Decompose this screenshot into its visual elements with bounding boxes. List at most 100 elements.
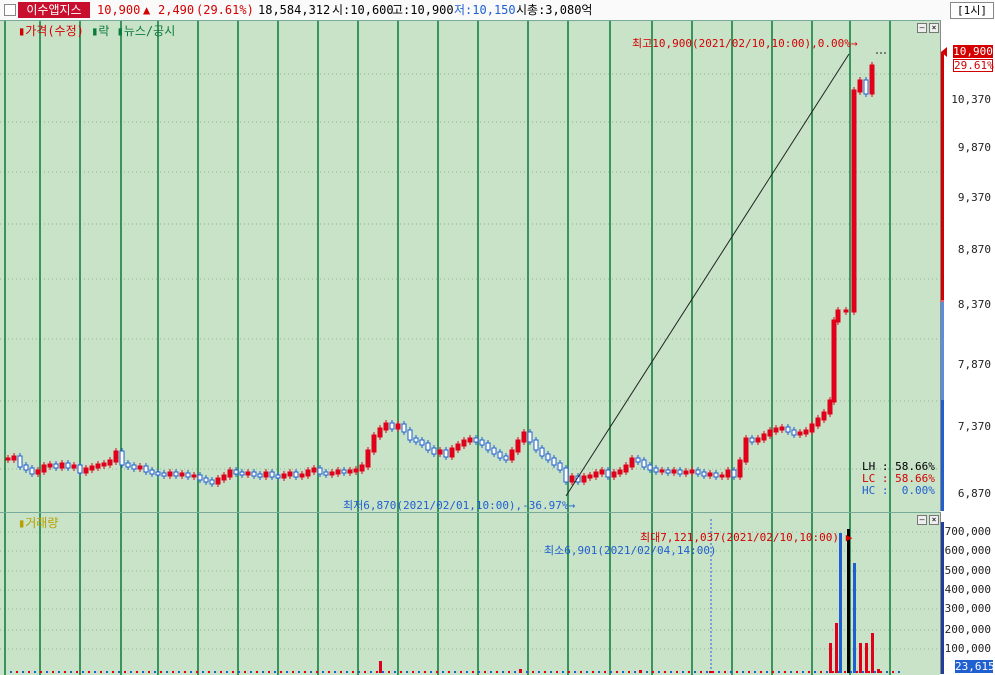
candle-body — [317, 467, 323, 475]
candle-body — [521, 431, 527, 443]
candle-body — [437, 449, 443, 455]
candle-body — [605, 469, 611, 478]
legend-news[interactable]: 뉴스/공시 — [124, 24, 175, 38]
volume-bar — [46, 671, 48, 673]
volume-bar — [448, 671, 450, 673]
candle-body — [197, 474, 203, 481]
volume-bar — [298, 671, 300, 673]
candle-body — [221, 474, 227, 481]
volume-bar — [829, 643, 832, 673]
stock-name[interactable]: 이수앱지스 — [18, 2, 90, 18]
volume-bar — [142, 671, 144, 673]
candle-body — [587, 474, 593, 479]
candle-body — [835, 309, 841, 323]
candle-body — [449, 447, 455, 458]
volume-bar — [232, 671, 234, 673]
price-chart-panel[interactable]: ▮가격(수정) ▮락 ▮뉴스/공시 – × 최고10,900(2021/02/1… — [0, 20, 940, 512]
volume-bar — [604, 671, 606, 673]
volume-bar — [838, 671, 840, 673]
volume-bar — [124, 671, 126, 673]
candle-body — [611, 471, 617, 478]
candle-body — [725, 469, 731, 478]
candle-body — [281, 473, 287, 479]
price-tick: 7,370 — [957, 420, 991, 433]
minimize-icon[interactable]: – — [917, 23, 927, 33]
open-price: 시:10,600 — [332, 3, 394, 17]
volume-bar — [100, 671, 102, 673]
volume-bar — [190, 671, 192, 673]
volume-bar — [580, 671, 582, 673]
close-icon[interactable]: × — [929, 515, 939, 525]
price-tick: 10,370 — [951, 93, 991, 106]
current-volume-tag: 23,615 — [955, 660, 995, 673]
volume-bar — [772, 671, 774, 673]
volume-bar — [304, 671, 306, 673]
volume-bar — [424, 671, 426, 673]
candle-body — [209, 479, 215, 485]
candle-body — [701, 471, 707, 477]
volume-bar — [40, 671, 42, 673]
volume-bar — [706, 671, 708, 673]
candle-body — [239, 471, 245, 476]
volume-bar — [238, 671, 240, 673]
candle-body — [593, 471, 599, 478]
candle-body — [359, 464, 365, 472]
volume-bar — [346, 671, 348, 673]
price-change: 2,490 — [158, 3, 195, 17]
candle-body — [467, 437, 473, 443]
candle-body — [23, 464, 29, 471]
volume-bar — [64, 671, 66, 673]
volume-tick: 300,000 — [944, 602, 991, 615]
volume-bar — [865, 643, 868, 673]
candle-body — [731, 469, 737, 478]
volume-bar — [430, 671, 432, 673]
legend-price[interactable]: 가격(수정) — [25, 24, 84, 38]
volume-bar — [640, 671, 642, 673]
volume-bar — [748, 671, 750, 673]
candle-body — [665, 469, 671, 474]
volume-bar — [70, 671, 72, 673]
volume-bar — [58, 671, 60, 673]
legend-ra[interactable]: 락 — [98, 24, 109, 38]
interval-selector[interactable]: [1시] — [950, 2, 994, 19]
candle-body — [401, 423, 407, 433]
stat-hc: HC : 0.00% — [862, 484, 935, 497]
candle-body — [707, 472, 713, 477]
close-icon[interactable]: × — [929, 23, 939, 33]
legend-volume[interactable]: 거래량 — [25, 516, 58, 530]
candle-body — [539, 447, 545, 457]
candle-body — [167, 471, 173, 477]
candle-body — [677, 469, 683, 475]
candle-body — [47, 463, 53, 468]
volume-bar — [877, 669, 880, 673]
volume-bar — [262, 671, 264, 673]
volume-bar — [178, 671, 180, 673]
volume-bar — [388, 671, 390, 673]
candle-body — [599, 469, 605, 475]
high-price: 고:10,900 — [392, 3, 454, 17]
candle-body — [713, 472, 719, 478]
candle-body — [293, 471, 299, 478]
volume-bar — [226, 671, 228, 673]
minimize-icon[interactable]: – — [917, 515, 927, 525]
volume-bar — [844, 671, 846, 673]
volume-axis[interactable]: 700,000 600,000 500,000 400,000 300,000 … — [940, 512, 995, 674]
candle-body — [413, 437, 419, 443]
select-checkbox[interactable] — [4, 4, 16, 16]
candle-body — [683, 470, 689, 475]
volume-tick: 100,000 — [944, 642, 991, 655]
header-bar: 이수앱지스 10,900 ▲ 2,490 (29.61%) 18,584,312… — [0, 0, 995, 21]
high-annotation: 최고10,900(2021/02/10,10:00),0.00%→ — [632, 37, 858, 50]
candle-body — [233, 469, 239, 475]
volume-chart-panel[interactable]: ▮거래량 – × 최대7,121,037(2021/02/10,10:00) ▶… — [0, 512, 940, 675]
price-axis[interactable]: 10,900 29.61% 10,370 9,870 9,370 8,870 8… — [940, 20, 995, 511]
volume-bar — [106, 671, 108, 673]
volume-bar — [556, 671, 558, 673]
candle-body — [335, 469, 341, 475]
candle-body — [245, 471, 251, 476]
volume-bar — [52, 671, 54, 673]
volume-bar — [280, 671, 282, 673]
candle-body — [41, 464, 47, 473]
candle-body — [89, 465, 95, 471]
volume-bar — [790, 671, 792, 673]
